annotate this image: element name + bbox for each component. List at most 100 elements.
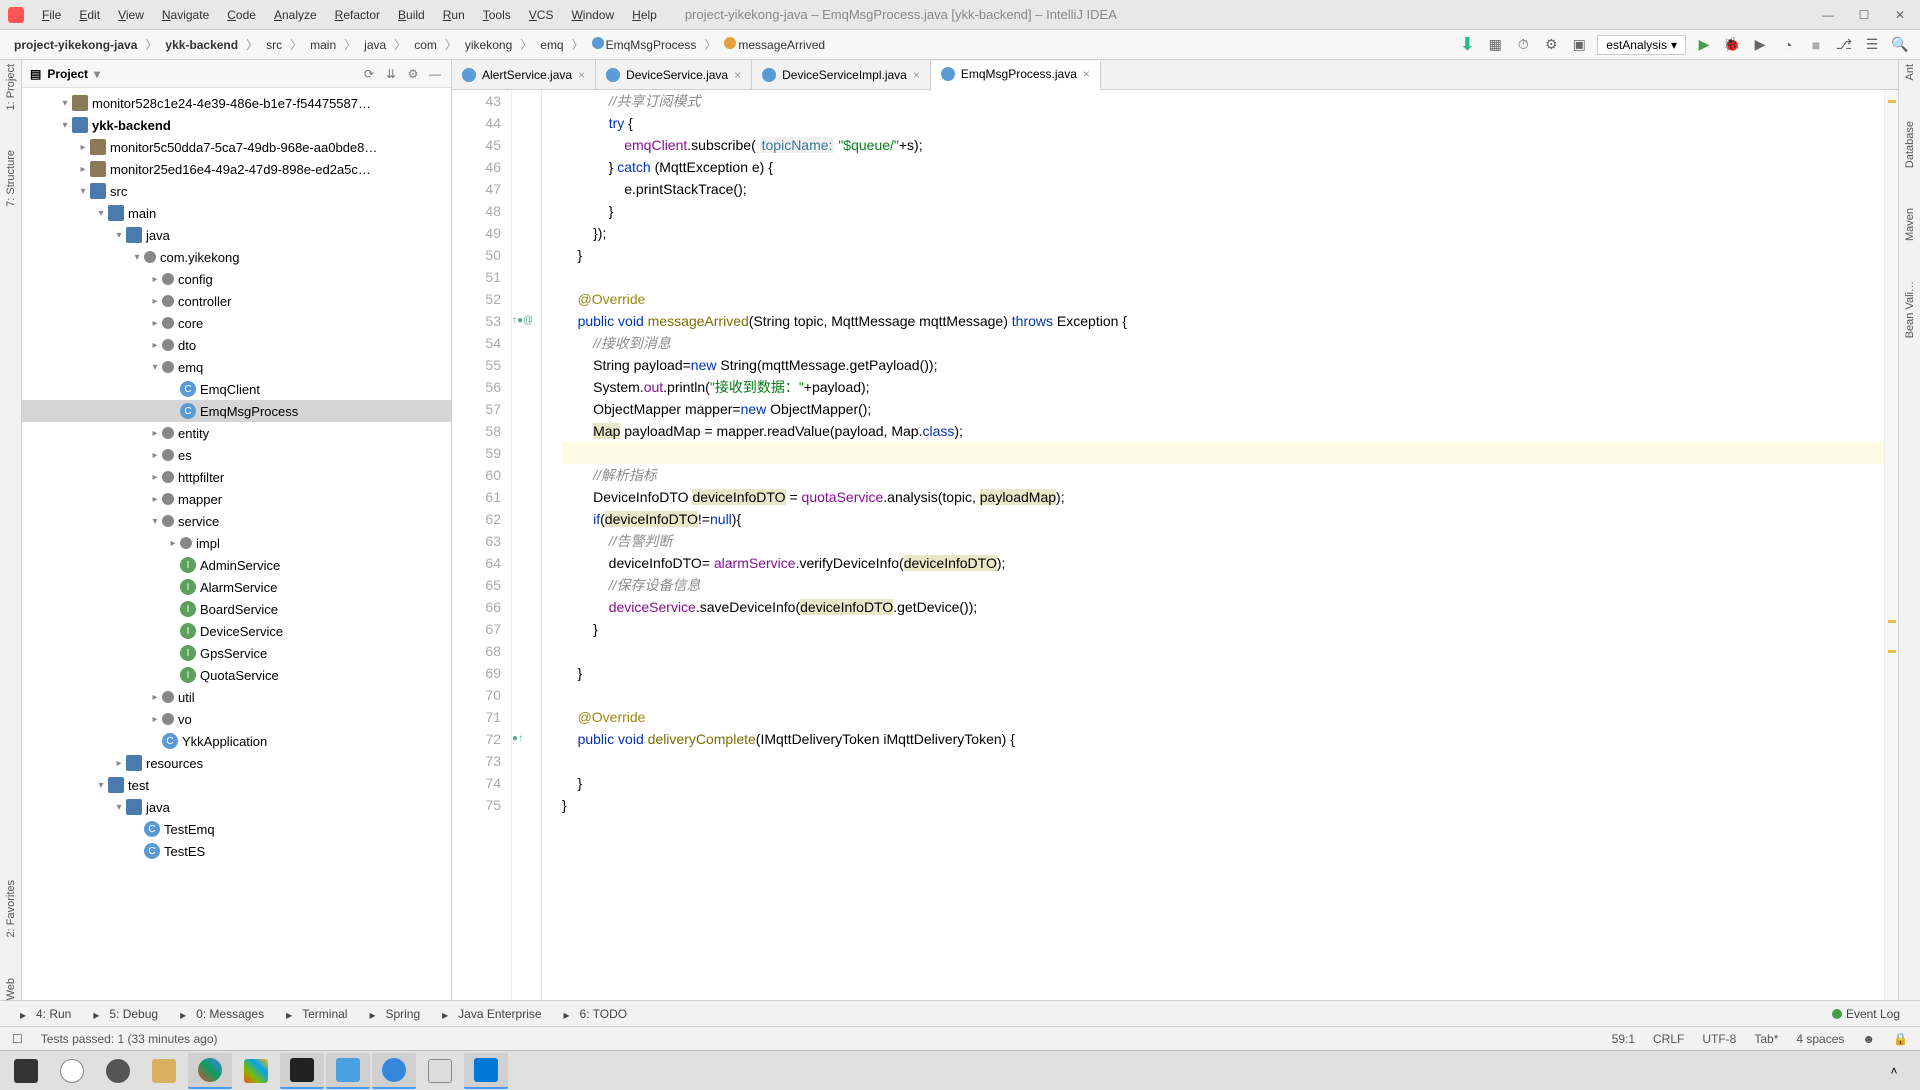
tree-item[interactable]: CEmqClient: [22, 378, 451, 400]
tab-mode[interactable]: Tab*: [1754, 1032, 1778, 1046]
maximize-button[interactable]: ☐: [1852, 7, 1876, 23]
bottom-tab-messages[interactable]: ▸0: Messages: [170, 1004, 274, 1024]
toggle-icon-1[interactable]: ▦: [1485, 35, 1505, 55]
tree-item[interactable]: IGpsService: [22, 642, 451, 664]
tree-item[interactable]: ▸entity: [22, 422, 451, 444]
breadcrumb-item[interactable]: main: [306, 36, 340, 54]
tree-item[interactable]: ▾com.yikekong: [22, 246, 451, 268]
refresh-icon[interactable]: ⟳: [361, 66, 377, 82]
edge-button[interactable]: [372, 1053, 416, 1089]
wordpad-button[interactable]: [418, 1053, 462, 1089]
search-icon[interactable]: 🔍: [1890, 35, 1910, 55]
minimize-button[interactable]: —: [1816, 7, 1840, 23]
tree-item[interactable]: CYkkApplication: [22, 730, 451, 752]
tree-item[interactable]: ▾service: [22, 510, 451, 532]
project-tree[interactable]: ▾monitor528c1e24-4e39-486e-b1e7-f5447558…: [22, 88, 451, 1000]
tree-item[interactable]: ▸dto: [22, 334, 451, 356]
tree-item[interactable]: CTestES: [22, 840, 451, 862]
tool-tab-structure[interactable]: 7: Structure: [5, 150, 17, 207]
bottom-tab-javaenterprise[interactable]: ▸Java Enterprise: [432, 1004, 551, 1024]
editor-tab[interactable]: DeviceService.java×: [596, 60, 752, 89]
chevron-down-icon[interactable]: ▾: [94, 67, 100, 81]
tree-item[interactable]: IBoardService: [22, 598, 451, 620]
settings-icon[interactable]: ⚙: [405, 66, 421, 82]
tree-item[interactable]: IAdminService: [22, 554, 451, 576]
tool-tab-beanvali[interactable]: Bean Vali…: [1904, 281, 1916, 338]
inspection-icon[interactable]: ☻: [1862, 1032, 1875, 1046]
warning-mark[interactable]: [1888, 650, 1896, 653]
tool-tab-database[interactable]: Database: [1904, 121, 1916, 168]
menu-edit[interactable]: Edit: [71, 4, 108, 26]
breadcrumb-item[interactable]: EmqMsgProcess: [588, 35, 701, 54]
menu-window[interactable]: Window: [563, 4, 622, 26]
breadcrumb-item[interactable]: project-yikekong-java: [10, 36, 141, 54]
tool-tab-maven[interactable]: Maven: [1904, 208, 1916, 241]
debug-button[interactable]: 🐞: [1722, 35, 1742, 55]
coverage-run-icon[interactable]: ▶: [1750, 35, 1770, 55]
tree-item[interactable]: IDeviceService: [22, 620, 451, 642]
tree-item[interactable]: ▾java: [22, 224, 451, 246]
close-tab-icon[interactable]: ×: [734, 68, 741, 82]
tree-item[interactable]: ▸vo: [22, 708, 451, 730]
tree-item[interactable]: ▾src: [22, 180, 451, 202]
tree-item[interactable]: ▸monitor25ed16e4-49a2-47d9-898e-ed2a5c…: [22, 158, 451, 180]
structure-icon[interactable]: ☰: [1862, 35, 1882, 55]
file-encoding[interactable]: UTF-8: [1702, 1032, 1736, 1046]
tree-item[interactable]: ▸httpfilter: [22, 466, 451, 488]
close-tab-icon[interactable]: ×: [913, 68, 920, 82]
warning-mark[interactable]: [1888, 620, 1896, 623]
project-panel-title[interactable]: Project: [47, 67, 88, 81]
vcs-icon[interactable]: ⎇: [1834, 35, 1854, 55]
breadcrumb-item[interactable]: java: [360, 36, 390, 54]
menu-build[interactable]: Build: [390, 4, 433, 26]
menu-run[interactable]: Run: [435, 4, 473, 26]
bottom-tab-debug[interactable]: ▸5: Debug: [83, 1004, 168, 1024]
start-button[interactable]: [4, 1053, 48, 1089]
ms-app-button[interactable]: [234, 1053, 278, 1089]
bottom-tab-todo[interactable]: ▸6: TODO: [554, 1004, 638, 1024]
tree-item[interactable]: ▸mapper: [22, 488, 451, 510]
explorer-button[interactable]: [142, 1053, 186, 1089]
lock-icon[interactable]: 🔒: [1893, 1032, 1908, 1046]
error-stripe[interactable]: [1884, 90, 1898, 1000]
attach-icon[interactable]: ⚙: [1541, 35, 1561, 55]
notepad-button[interactable]: [326, 1053, 370, 1089]
event-log-tab[interactable]: Event Log: [1822, 1004, 1910, 1024]
tree-item[interactable]: ▸impl: [22, 532, 451, 554]
chrome-button[interactable]: [188, 1053, 232, 1089]
editor-tab[interactable]: EmqMsgProcess.java×: [931, 61, 1101, 90]
close-tab-icon[interactable]: ×: [578, 68, 585, 82]
editor-tab[interactable]: AlertService.java×: [452, 60, 596, 89]
tree-item[interactable]: ▸core: [22, 312, 451, 334]
menu-help[interactable]: Help: [624, 4, 665, 26]
tool-tab-project[interactable]: 1: Project: [5, 64, 17, 110]
task-view-button[interactable]: [96, 1053, 140, 1089]
menu-tools[interactable]: Tools: [475, 4, 519, 26]
breadcrumb-item[interactable]: yikekong: [461, 36, 516, 54]
tree-item[interactable]: ▸controller: [22, 290, 451, 312]
coverage-icon[interactable]: ▣: [1569, 35, 1589, 55]
run-button[interactable]: ▶: [1694, 35, 1714, 55]
download-icon[interactable]: ⬇: [1457, 35, 1477, 55]
profiler-icon[interactable]: ⏱: [1513, 35, 1533, 55]
tree-item[interactable]: IQuotaService: [22, 664, 451, 686]
tree-item[interactable]: ▸util: [22, 686, 451, 708]
tool-tab-web[interactable]: Web: [5, 978, 17, 1000]
indent-spaces[interactable]: 4 spaces: [1796, 1032, 1844, 1046]
menu-view[interactable]: View: [110, 4, 152, 26]
tree-item[interactable]: ▸resources: [22, 752, 451, 774]
stop-button[interactable]: ■: [1806, 35, 1826, 55]
tree-item[interactable]: ▾ykk-backend: [22, 114, 451, 136]
profile-run-icon[interactable]: ◔: [1778, 35, 1798, 55]
tree-item[interactable]: CEmqMsgProcess: [22, 400, 451, 422]
tool-tab-ant[interactable]: Ant: [1904, 64, 1916, 81]
collapse-icon[interactable]: ⇊: [383, 66, 399, 82]
breadcrumb-item[interactable]: ykk-backend: [161, 36, 242, 54]
tree-item[interactable]: CTestEmq: [22, 818, 451, 840]
bottom-tab-run[interactable]: ▸4: Run: [10, 1004, 81, 1024]
tree-item[interactable]: ▾main: [22, 202, 451, 224]
vscode-button[interactable]: [464, 1053, 508, 1089]
menu-vcs[interactable]: VCS: [521, 4, 562, 26]
tree-item[interactable]: ▸monitor5c50dda7-5ca7-49db-968e-aa0bde8…: [22, 136, 451, 158]
warning-mark[interactable]: [1888, 100, 1896, 103]
